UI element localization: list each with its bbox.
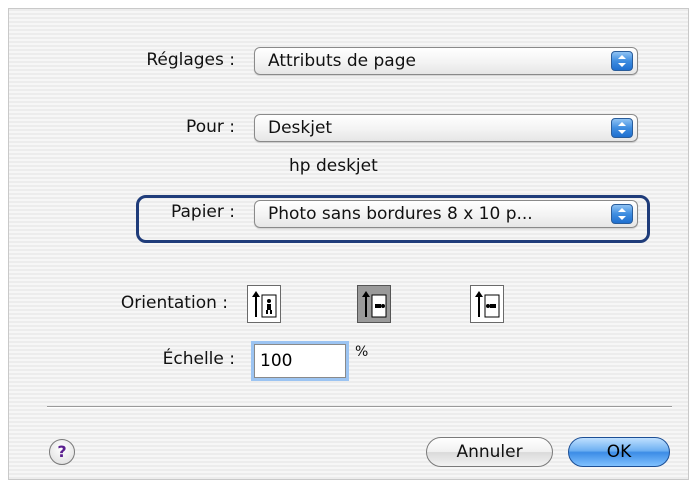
paper-size-popup[interactable]: Photo sans bordures 8 x 10 p... — [254, 200, 638, 228]
page-setup-dialog: Réglages : Attributs de page Pour : Desk… — [8, 8, 689, 480]
popup-arrows-icon — [611, 118, 633, 138]
format-for-popup[interactable]: Deskjet — [254, 114, 638, 142]
orientation-label: Orientation : — [120, 293, 228, 313]
cancel-button[interactable]: Annuler — [426, 437, 553, 467]
settings-label: Réglages : — [146, 50, 235, 70]
popup-arrows-icon — [611, 204, 633, 224]
help-button[interactable]: ? — [49, 439, 75, 465]
format-for-popup-value: Deskjet — [268, 118, 333, 138]
paper-label: Papier : — [171, 202, 235, 222]
format-for-label: Pour : — [186, 117, 235, 137]
ok-button[interactable]: OK — [568, 437, 670, 467]
printer-name: hp deskjet — [289, 156, 378, 176]
landscape-right-orientation-button[interactable] — [470, 285, 504, 323]
paper-size-popup-value: Photo sans bordures 8 x 10 p... — [268, 204, 533, 224]
settings-popup-value: Attributs de page — [268, 51, 416, 71]
scale-unit: % — [355, 344, 369, 360]
settings-popup[interactable]: Attributs de page — [254, 47, 638, 75]
landscape-left-orientation-button[interactable] — [357, 285, 391, 323]
landscape-left-orientation-icon — [362, 291, 387, 318]
scale-label: Échelle : — [162, 349, 235, 369]
scale-input[interactable] — [254, 344, 346, 378]
footer-separator — [47, 406, 672, 408]
popup-arrows-icon — [611, 51, 633, 71]
portrait-orientation-button[interactable] — [247, 285, 281, 323]
landscape-right-orientation-icon — [475, 291, 500, 318]
portrait-orientation-icon — [252, 291, 277, 318]
